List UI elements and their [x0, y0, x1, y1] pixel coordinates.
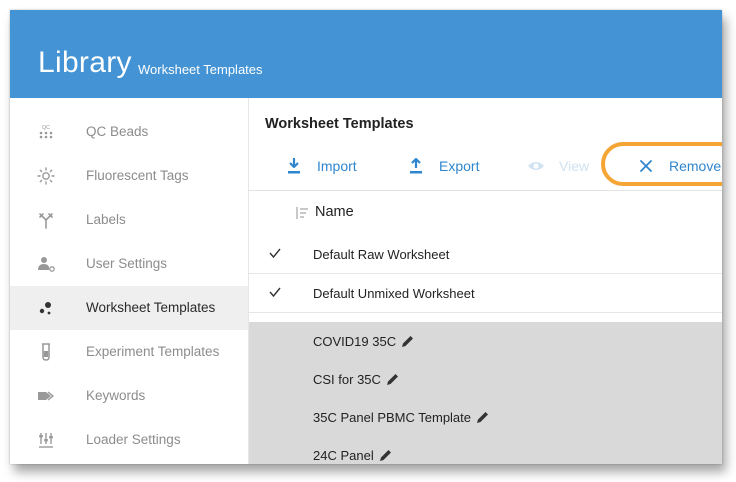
- pencil-icon[interactable]: [385, 372, 400, 387]
- row-label-wrap: COVID19 35C: [313, 334, 415, 349]
- import-label: Import: [317, 158, 357, 174]
- pencil-icon[interactable]: [400, 334, 415, 349]
- import-button[interactable]: Import: [285, 154, 357, 178]
- sidebar-item-label: Keywords: [86, 388, 146, 403]
- table-row[interactable]: CSI for 35C: [249, 360, 722, 398]
- sun-icon: [36, 166, 56, 186]
- app-header: Library Worksheet Templates: [10, 10, 722, 98]
- row-label: 35C Panel PBMC Template: [313, 410, 472, 425]
- export-button[interactable]: Export: [407, 154, 479, 178]
- export-label: Export: [439, 158, 480, 174]
- check-icon: [269, 247, 281, 262]
- page-title: Library: [38, 46, 132, 79]
- remove-label: Remove: [669, 158, 722, 174]
- sidebar-item-loader-settings[interactable]: Loader Settings: [10, 418, 248, 462]
- row-label-wrap: 35C Panel PBMC Template: [313, 410, 490, 425]
- section-title: Worksheet Templates: [265, 116, 414, 132]
- upload-icon: [407, 157, 425, 175]
- view-button[interactable]: View: [527, 154, 589, 178]
- remove-button[interactable]: Remove: [637, 154, 721, 178]
- view-label: View: [559, 158, 590, 174]
- sidebar-item-experiment-templates[interactable]: Experiment Templates: [10, 330, 248, 374]
- sidebar-item-fluorescent-tags[interactable]: Fluorescent Tags: [10, 154, 248, 198]
- sidebar-item-label: Loader Settings: [86, 432, 181, 447]
- main-panel: Worksheet Templates Import Export View R…: [249, 98, 722, 464]
- check-icon: [269, 286, 281, 301]
- pencil-icon[interactable]: [378, 448, 393, 463]
- tags-icon: [36, 386, 56, 406]
- table-row[interactable]: Default Unmixed Worksheet: [249, 274, 722, 313]
- sliders-icon: [36, 430, 56, 450]
- sidebar-item-label: User Settings: [86, 256, 168, 271]
- close-icon: [637, 157, 655, 175]
- row-label-wrap: CSI for 35C: [313, 372, 400, 387]
- table-row[interactable]: 24C Panel: [249, 436, 722, 464]
- row-label: Default Raw Worksheet: [313, 247, 450, 262]
- qc-beads-icon: QC: [36, 122, 56, 142]
- eye-icon: [527, 157, 545, 175]
- row-label: Default Unmixed Worksheet: [313, 286, 475, 301]
- row-label-wrap: 24C Panel: [313, 448, 393, 463]
- tube-icon: [36, 342, 56, 362]
- table-row[interactable]: Default Raw Worksheet: [249, 235, 722, 274]
- sidebar-item-labels[interactable]: Labels: [10, 198, 248, 242]
- sidebar-item-qc-beads[interactable]: QC QC Beads: [10, 110, 248, 154]
- sidebar-item-label: Fluorescent Tags: [86, 168, 189, 183]
- qc-icon-text: QC: [42, 125, 50, 131]
- sidebar-item-keywords[interactable]: Keywords: [10, 374, 248, 418]
- sidebar-item-label: Experiment Templates: [86, 344, 220, 359]
- sidebar-item-label: Labels: [86, 212, 126, 227]
- pencil-icon[interactable]: [475, 410, 490, 425]
- breadcrumb-subtitle: Worksheet Templates: [138, 62, 263, 77]
- name-column-header[interactable]: Name: [249, 190, 722, 236]
- table-row[interactable]: 35C Panel PBMC Template: [249, 398, 722, 436]
- user-gear-icon: [36, 254, 56, 274]
- antibody-icon: [36, 210, 56, 230]
- table-row[interactable]: COVID19 35C: [249, 322, 722, 360]
- sidebar: QC QC Beads Fluorescent Tags Labels User…: [10, 98, 249, 464]
- row-label: 24C Panel: [313, 448, 374, 463]
- sidebar-item-user-settings[interactable]: User Settings: [10, 242, 248, 286]
- dots-icon: [36, 298, 56, 318]
- row-label: CSI for 35C: [313, 372, 381, 387]
- library-window: Library Worksheet Templates QC QC Beads: [10, 10, 722, 464]
- download-icon: [285, 157, 303, 175]
- sidebar-item-label: QC Beads: [86, 124, 149, 139]
- row-label: COVID19 35C: [313, 334, 397, 349]
- sidebar-item-worksheet-templates[interactable]: Worksheet Templates: [10, 286, 248, 330]
- column-label: Name: [315, 204, 354, 220]
- sort-icon: [295, 206, 309, 225]
- sidebar-item-label: Worksheet Templates: [86, 300, 216, 315]
